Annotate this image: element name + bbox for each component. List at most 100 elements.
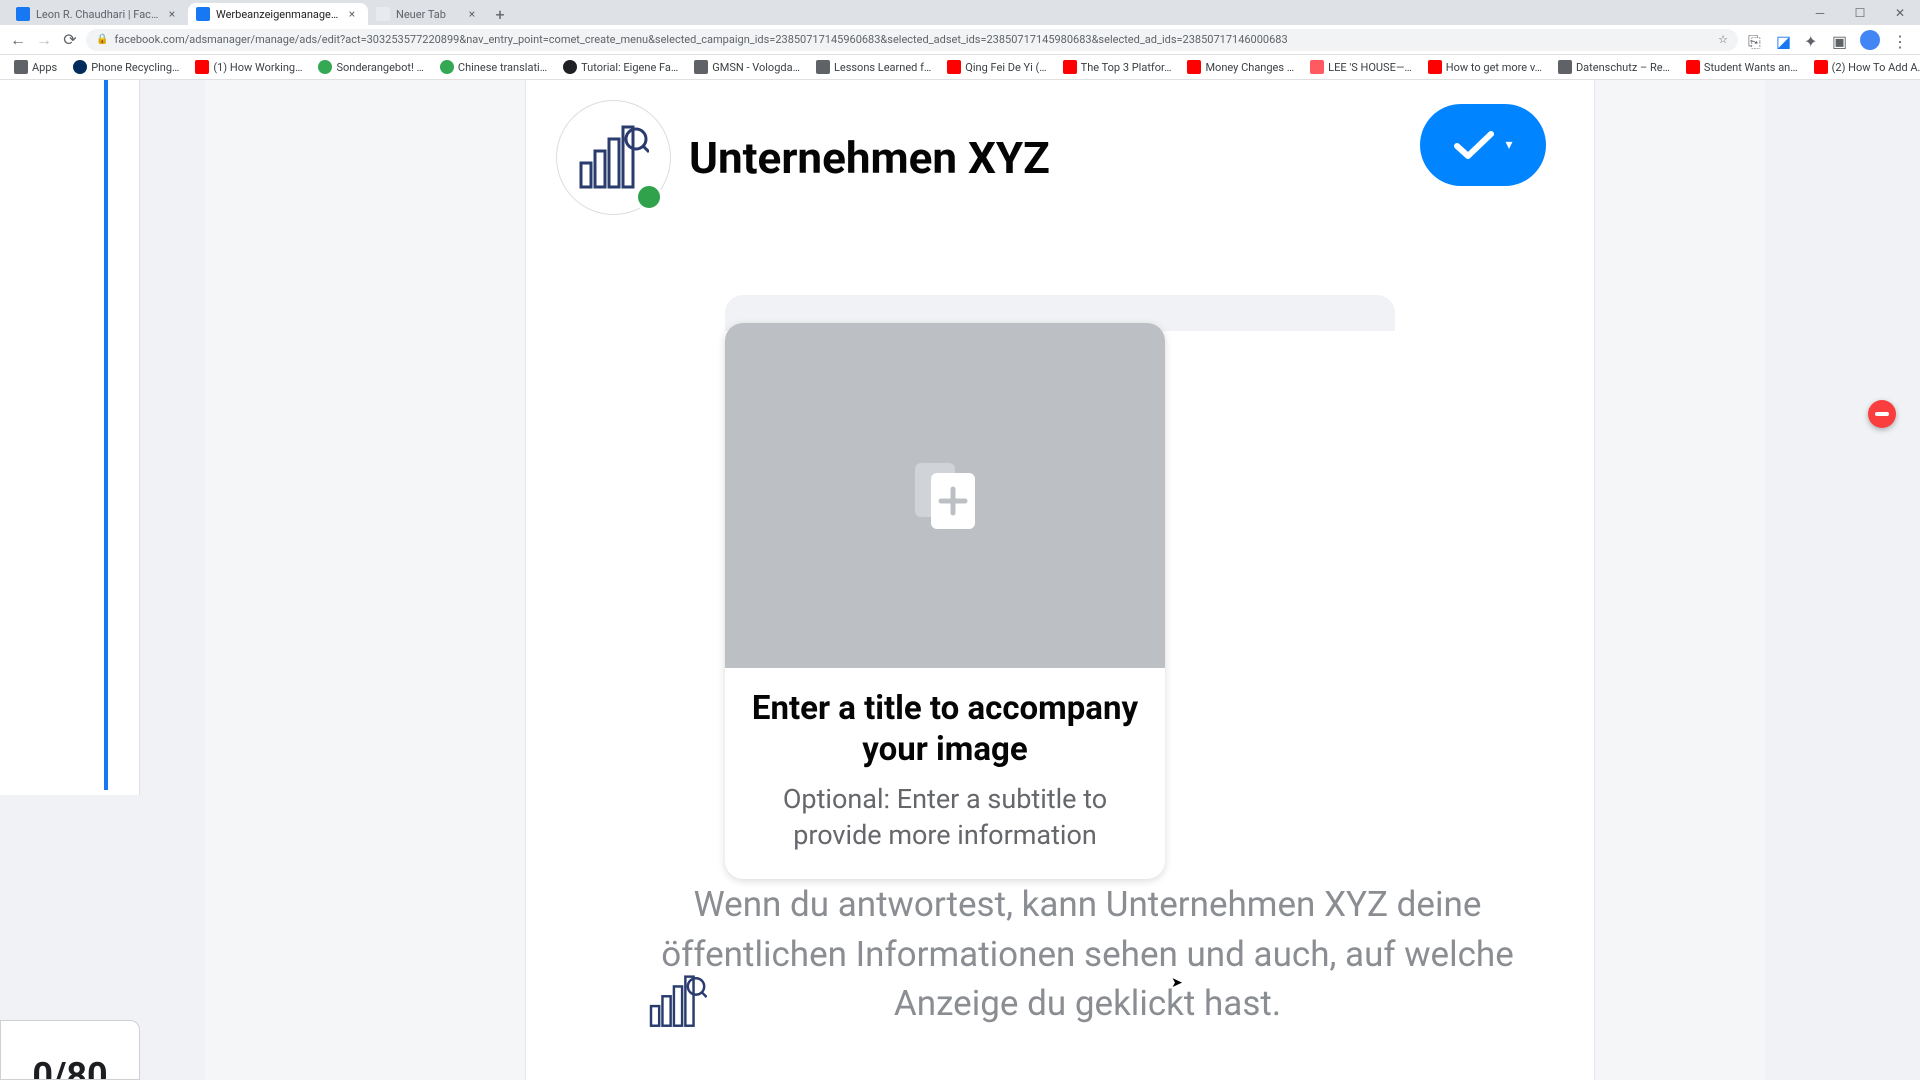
bookmark-favicon	[816, 60, 830, 74]
bookmark-item[interactable]: Chinese translati…	[434, 60, 553, 74]
bookmark-favicon	[318, 60, 332, 74]
bookmark-item[interactable]: How to get more v…	[1422, 60, 1548, 74]
bookmark-item[interactable]: Phone Recycling…	[67, 60, 185, 74]
apps-icon	[14, 60, 28, 74]
bookmark-label: Student Wants an…	[1704, 61, 1798, 74]
forward-button[interactable]: →	[34, 30, 54, 50]
ad-preview: Unternehmen XYZ ▾	[525, 80, 1595, 1080]
bookmark-item[interactable]: Lessons Learned f…	[810, 60, 937, 74]
bookmark-label: GMSN - Vologda…	[712, 61, 800, 74]
bookmark-item[interactable]: Student Wants an…	[1680, 60, 1804, 74]
bookmark-label: Phone Recycling…	[91, 61, 179, 74]
bookmark-label: (2) How To Add A…	[1832, 61, 1920, 74]
profile-avatar[interactable]	[1860, 30, 1880, 50]
youtube-icon	[947, 60, 961, 74]
card-title[interactable]: Enter a title to accompany your image	[741, 688, 1149, 771]
reload-button[interactable]: ⟳	[60, 30, 80, 50]
card-subtitle[interactable]: Optional: Enter a subtitle to provide mo…	[741, 781, 1149, 854]
card-text: Enter a title to accompany your image Op…	[725, 668, 1165, 879]
online-status-dot	[635, 183, 663, 211]
bookmark-label: Chinese translati…	[458, 61, 547, 74]
selection-indicator	[104, 80, 108, 790]
youtube-icon	[195, 60, 209, 74]
youtube-icon	[1187, 60, 1201, 74]
bar-chart-icon	[579, 125, 649, 191]
bookmark-item[interactable]: The Top 3 Platfor…	[1057, 60, 1178, 74]
error-badge[interactable]	[1868, 400, 1896, 428]
check-icon	[1453, 129, 1495, 161]
bookmark-label: How to get more v…	[1446, 61, 1542, 74]
browser-tab[interactable]: Leon R. Chaudhari | Facebook ×	[8, 3, 188, 25]
tab-title: Neuer Tab	[396, 8, 460, 21]
bookmarks-bar: Apps Phone Recycling… (1) How Working… S…	[0, 55, 1920, 80]
bookmark-item[interactable]: (2) How To Add A…	[1808, 60, 1920, 74]
youtube-icon	[1686, 60, 1700, 74]
bookmark-label: Tutorial: Eigene Fa…	[581, 61, 678, 74]
close-icon[interactable]: ×	[346, 8, 358, 20]
bookmark-item[interactable]: LEE 'S HOUSE—…	[1304, 60, 1418, 74]
bookmark-favicon	[73, 60, 87, 74]
back-button[interactable]: ←	[8, 30, 28, 50]
disclaimer-text: Wenn du antwortest, kann Unternehmen XYZ…	[641, 880, 1534, 1029]
left-sidebar-edge: 0/80	[0, 80, 140, 1080]
facebook-icon	[196, 7, 210, 21]
bookmark-item[interactable]: Sonderangebot! …	[312, 60, 429, 74]
bookmark-label: (1) How Working…	[213, 61, 302, 74]
editor-column: Unternehmen XYZ ▾	[205, 80, 1765, 1080]
image-placeholder[interactable]	[725, 323, 1165, 668]
bookmark-label: Lessons Learned f…	[834, 61, 931, 74]
extension-fb-icon[interactable]: ◪	[1776, 32, 1792, 48]
preview-card[interactable]: Enter a title to accompany your image Op…	[725, 323, 1165, 879]
bookmark-item[interactable]: (1) How Working…	[189, 60, 308, 74]
add-image-icon	[913, 461, 977, 531]
counter-text: 0/80	[32, 1055, 107, 1080]
company-name: Unternehmen XYZ	[689, 132, 1050, 184]
browser-tab-strip: Leon R. Chaudhari | Facebook × Werbeanze…	[0, 0, 1920, 25]
bookmark-item[interactable]: Datenschutz – Re…	[1552, 60, 1676, 74]
close-icon[interactable]: ×	[166, 8, 178, 20]
browser-tab[interactable]: Neuer Tab ×	[368, 3, 488, 25]
lock-icon: 🔒	[96, 34, 108, 45]
blank-favicon	[376, 7, 390, 21]
bookmark-favicon	[563, 60, 577, 74]
bookmark-item[interactable]: Money Changes …	[1181, 60, 1300, 74]
youtube-icon	[1063, 60, 1077, 74]
address-bar[interactable]: 🔒 facebook.com/adsmanager/manage/ads/edi…	[86, 29, 1738, 51]
cast-icon[interactable]: ⎘	[1748, 32, 1764, 48]
facebook-icon	[16, 7, 30, 21]
chevron-down-icon: ▾	[1505, 137, 1512, 153]
maximize-button[interactable]: ☐	[1840, 0, 1880, 25]
bookmark-label: Datenschutz – Re…	[1576, 61, 1670, 74]
bookmark-favicon	[694, 60, 708, 74]
bookmark-favicon	[440, 60, 454, 74]
minimize-button[interactable]: ─	[1800, 0, 1840, 25]
airbnb-icon	[1310, 60, 1324, 74]
bookmark-label: Apps	[32, 61, 57, 74]
bookmark-item[interactable]: Qing Fei De Yi (…	[941, 60, 1052, 74]
toolbar-right: ⎘ ◪ ✦ ▣ ⋮	[1744, 30, 1912, 50]
bookmark-favicon	[1558, 60, 1572, 74]
star-icon[interactable]: ☆	[1718, 33, 1728, 46]
bookmark-item[interactable]: GMSN - Vologda…	[688, 60, 806, 74]
bookmark-label: LEE 'S HOUSE—…	[1328, 61, 1412, 74]
menu-icon[interactable]: ⋮	[1892, 32, 1908, 48]
bookmark-label: Sonderangebot! …	[336, 61, 423, 74]
company-logo-wrap	[556, 100, 671, 215]
youtube-icon	[1428, 60, 1442, 74]
browser-tab[interactable]: Werbeanzeigenmanager - We ×	[188, 3, 368, 25]
page-content: 0/80	[0, 80, 1920, 1080]
close-button[interactable]: ✕	[1880, 0, 1920, 25]
browser-toolbar: ← → ⟳ 🔒 facebook.com/adsmanager/manage/a…	[0, 25, 1920, 55]
extensions-icon[interactable]: ✦	[1804, 32, 1820, 48]
bookmark-label: The Top 3 Platfor…	[1081, 61, 1172, 74]
close-icon[interactable]: ×	[466, 8, 478, 20]
bookmark-apps[interactable]: Apps	[8, 60, 63, 74]
confirm-dropdown-button[interactable]: ▾	[1420, 104, 1546, 186]
bookmark-label: Money Changes …	[1205, 61, 1294, 74]
tab-title: Werbeanzeigenmanager - We	[216, 8, 340, 21]
bookmark-item[interactable]: Tutorial: Eigene Fa…	[557, 60, 684, 74]
bookmark-label: Qing Fei De Yi (…	[965, 61, 1046, 74]
new-tab-button[interactable]: +	[488, 3, 512, 25]
bookmark-icon[interactable]: ▣	[1832, 32, 1848, 48]
window-controls: ─ ☐ ✕	[1800, 0, 1920, 25]
